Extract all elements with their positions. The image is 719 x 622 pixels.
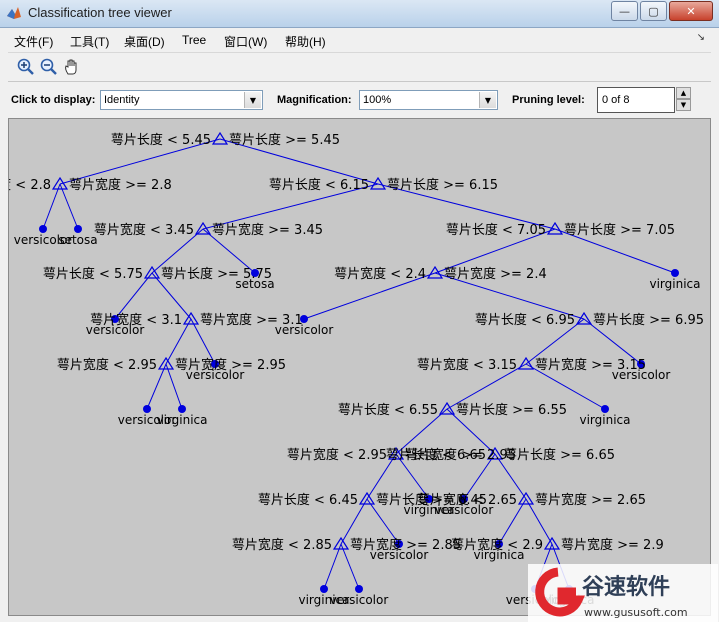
spin-up-icon[interactable]: ▲ <box>676 87 691 99</box>
split-rule-left: 萼片长度 < 5.75 <box>43 266 143 282</box>
split-rule-right: 萼片长度 >= 6.15 <box>387 177 498 193</box>
pruning-label: Pruning level: <box>512 94 585 106</box>
leaf-class-label: versicolor <box>435 503 494 517</box>
menu-tools[interactable]: 工具(T) <box>70 33 109 50</box>
split-rule-left: 萼片长度 < 6.15 <box>269 177 369 193</box>
leaf-class-label: versicolor <box>370 548 429 562</box>
split-rule-left: 萼片宽度 < 3.45 <box>94 222 194 238</box>
spin-down-icon[interactable]: ▼ <box>676 99 691 111</box>
minimize-button[interactable]: — <box>611 1 638 21</box>
app-window: Classification tree viewer — ▢ ✕ 文件(F) 工… <box>0 0 719 622</box>
split-rule-right: 萼片长度 >= 5.45 <box>229 132 340 148</box>
pruning-spinner[interactable]: ▲ ▼ <box>676 87 691 113</box>
toolbar <box>8 53 711 82</box>
leaf-node-marker[interactable] <box>143 405 151 413</box>
leaf-class-label: versicolor <box>186 368 245 382</box>
split-rule-left: 萼片长度 < 6.55 <box>338 402 438 418</box>
classification-tree[interactable]: 萼片长度 < 5.45 萼片长度 >= 5.45 度 < 2.8 萼片宽度 >= 2.… <box>9 119 711 616</box>
split-rule-right: 萼片宽度 >= 2.9 <box>561 537 664 553</box>
magnification-label: Magnification: <box>277 94 352 106</box>
split-rule-left: 萼片长度 < 6.45 <box>258 492 358 508</box>
magnification-select[interactable]: 100% ▼ <box>359 90 498 110</box>
split-rule-right: 萼片长度 >= 6.65 <box>504 447 615 463</box>
split-rule-left: 萼片宽度 < 2.85 <box>232 537 332 553</box>
split-rule-left: 萼片长度 < 6.65 <box>386 447 486 463</box>
leaf-class-label: virginica <box>580 413 631 427</box>
leaf-class-label: versicolor <box>330 593 389 607</box>
leaf-class-label: versicolor <box>612 368 671 382</box>
pan-hand-icon[interactable] <box>62 57 82 77</box>
split-rule-left: 萼片长度 < 6.95 <box>475 312 575 328</box>
zoom-in-icon[interactable] <box>16 57 36 77</box>
split-rule-right: 萼片宽度 >= 3.45 <box>212 222 323 238</box>
menu-file[interactable]: 文件(F) <box>14 33 53 50</box>
split-rule-right: 萼片宽度 >= 2.65 <box>535 492 646 508</box>
matlab-icon <box>7 7 21 19</box>
split-rule-left: 萼片长度 < 5.45 <box>111 132 211 148</box>
title-bar[interactable]: Classification tree viewer — ▢ ✕ <box>0 0 719 28</box>
leaf-node-marker[interactable] <box>39 225 47 233</box>
zoom-out-icon[interactable] <box>39 57 59 77</box>
window-title: Classification tree viewer <box>28 5 172 20</box>
menu-bar: 文件(F) 工具(T) 桌面(D) Tree 窗口(W) 帮助(H) ↘ <box>8 28 711 53</box>
close-button[interactable]: ✕ <box>669 1 713 21</box>
pruning-value: 0 of 8 <box>602 94 630 106</box>
leaf-class-label: versicolor <box>275 323 334 337</box>
maximize-button[interactable]: ▢ <box>640 1 667 21</box>
split-rule-left: 萼片宽度 < 2.4 <box>334 266 426 282</box>
split-rule-left: 萼片宽度 < 3.15 <box>417 357 517 373</box>
chevron-down-icon[interactable]: ▼ <box>479 92 496 108</box>
leaf-class-label: virginica <box>474 548 525 562</box>
menu-help[interactable]: 帮助(H) <box>285 33 326 50</box>
split-rule-left: 萼片长度 < 7.05 <box>446 222 546 238</box>
chevron-down-icon[interactable]: ▼ <box>244 92 261 108</box>
leaf-class-label: setosa <box>58 233 97 247</box>
leaf-node-marker[interactable] <box>74 225 82 233</box>
split-rule-right: 萼片宽度 >= 2.8 <box>69 177 172 193</box>
leaf-class-label: setosa <box>235 277 274 291</box>
menu-tree[interactable]: Tree <box>182 33 206 47</box>
split-rule-right: 萼片宽度 >= 2.4 <box>444 266 547 282</box>
display-value: Identity <box>104 94 140 106</box>
split-rule-right: 萼片长度 >= 7.05 <box>564 222 675 238</box>
magnification-value: 100% <box>363 94 392 106</box>
watermark-logo: 谷速软件 www.gususoft.com <box>528 564 718 622</box>
display-label: Click to display: <box>11 94 96 106</box>
leaf-node-marker[interactable] <box>178 405 186 413</box>
split-rule-right: 萼片长度 >= 6.55 <box>456 402 567 418</box>
split-rule-left: 度 < 2.8 <box>9 177 51 193</box>
leaf-class-label: versicolor <box>86 323 145 337</box>
display-select[interactable]: Identity ▼ <box>100 90 263 110</box>
leaf-class-label: virginica <box>650 277 701 291</box>
leaf-node-marker[interactable] <box>320 585 328 593</box>
menu-desktop[interactable]: 桌面(D) <box>124 33 165 50</box>
split-rule-right: 萼片长度 >= 6.95 <box>593 312 704 328</box>
watermark-url: www.gususoft.com <box>584 606 688 619</box>
split-rule-left: 萼片宽度 < 2.95 <box>287 447 387 463</box>
tree-canvas[interactable]: 萼片长度 < 5.45 萼片长度 >= 5.45 度 < 2.8 萼片宽度 >= 2.… <box>8 118 711 616</box>
menu-window[interactable]: 窗口(W) <box>224 33 267 50</box>
menu-dock-arrow-icon[interactable]: ↘ <box>697 32 705 43</box>
display-controls: Click to display: Identity ▼ Magnificati… <box>8 84 711 116</box>
pruning-level-field[interactable]: 0 of 8 <box>597 87 675 113</box>
leaf-class-label: versicolor <box>118 413 177 427</box>
leaf-node-marker[interactable] <box>601 405 609 413</box>
leaf-node-marker[interactable] <box>671 269 679 277</box>
split-rule-left: 萼片宽度 < 2.95 <box>57 357 157 373</box>
leaf-node-marker[interactable] <box>355 585 363 593</box>
watermark-brand: 谷速软件 <box>582 574 670 600</box>
split-node-marker[interactable] <box>211 131 229 145</box>
